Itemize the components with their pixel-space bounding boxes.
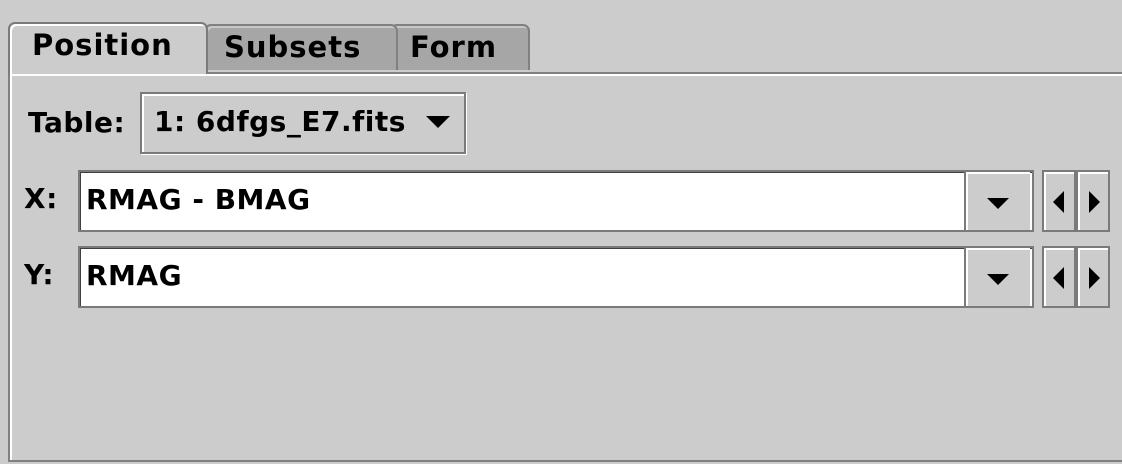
tab-position[interactable]: Position bbox=[8, 22, 208, 74]
tab-form-label: Form bbox=[410, 30, 498, 64]
tab-position-label: Position bbox=[32, 28, 173, 62]
plot-position-panel: Form Subsets Position Table: 1: 6dfgs_E7… bbox=[0, 0, 1122, 464]
tab-subsets-label: Subsets bbox=[224, 30, 362, 64]
tab-form[interactable]: Form bbox=[390, 24, 530, 70]
tab-subsets[interactable]: Subsets bbox=[204, 24, 398, 70]
tab-content-panel bbox=[8, 72, 1122, 462]
